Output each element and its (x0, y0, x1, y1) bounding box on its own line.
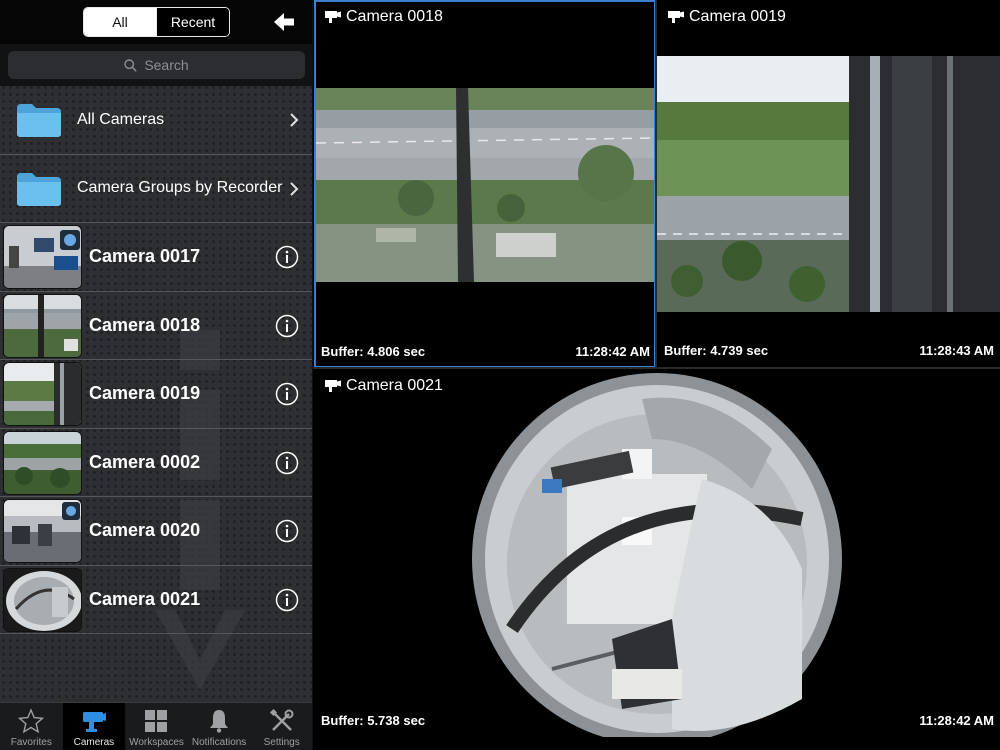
chevron-right-icon (290, 181, 299, 196)
camera-name: Camera 0021 (89, 588, 201, 609)
camera-thumbnail (3, 567, 82, 632)
filter-all-segment[interactable]: All (84, 8, 156, 36)
tile-footer: Buffer: 5.738 sec 11:28:42 AM (321, 713, 994, 728)
folder-label: All Cameras (77, 110, 165, 128)
buffer-status: Buffer: 5.738 sec (321, 713, 426, 728)
star-icon (18, 708, 45, 734)
search-icon (124, 58, 138, 72)
camera-thumbnail (3, 430, 82, 495)
filter-segmented-control: All Recent (83, 7, 230, 37)
back-arrow-icon[interactable] (272, 10, 296, 34)
tab-label: Settings (263, 737, 300, 748)
tab-label: Favorites (10, 737, 52, 748)
tab-label: Notifications (191, 737, 247, 748)
tile-divider (313, 367, 1000, 369)
video-frame (657, 56, 1000, 312)
camera-name: Camera 0019 (89, 383, 201, 404)
tile-title: Camera 0019 (689, 8, 786, 25)
chevron-right-icon (290, 113, 299, 127)
sidebar-header: All Recent (0, 0, 312, 44)
buffer-status: Buffer: 4.806 sec (321, 344, 426, 359)
video-tile-camera-0018[interactable]: Camera 0018 Buffer: 4.806 sec 11:28:42 A… (314, 0, 656, 368)
camera-row-0018[interactable]: Camera 0018 (0, 292, 312, 360)
tab-notifications[interactable]: Notifications (188, 703, 251, 750)
camera-row-0020[interactable]: Camera 0020 (0, 497, 312, 566)
video-camera-icon (668, 11, 684, 23)
camera-name: Camera 0018 (89, 314, 201, 335)
folder-all-cameras[interactable]: All Cameras (0, 86, 312, 155)
tile-header: Camera 0021 (324, 377, 443, 395)
camera-name: Camera 0002 (89, 451, 201, 472)
folder-camera-groups[interactable]: Camera Groups by Recorder (0, 155, 312, 223)
buffer-status: Buffer: 4.739 sec (664, 343, 769, 358)
tab-bar: Favorites Cameras Workspaces Notificatio… (0, 702, 312, 750)
camera-row-0002[interactable]: Camera 0002 (0, 429, 312, 497)
tile-title: Camera 0018 (346, 8, 443, 25)
tab-cameras[interactable]: Cameras (62, 703, 126, 750)
grid-icon (145, 710, 168, 732)
tab-label: Cameras (73, 737, 115, 748)
search-input[interactable]: Search (8, 51, 305, 79)
tab-workspaces[interactable]: Workspaces (125, 703, 188, 750)
tab-settings[interactable]: Settings (250, 703, 312, 750)
camera-name: Camera 0020 (89, 520, 201, 541)
tools-icon (269, 708, 294, 731)
video-camera-icon (325, 11, 341, 23)
camera-thumbnail (3, 293, 82, 358)
timestamp: 11:28:42 AM (919, 713, 994, 728)
bell-icon (210, 710, 229, 733)
camera-thumbnail (3, 225, 82, 289)
camera-thumbnail (3, 499, 82, 563)
tile-title: Camera 0021 (346, 377, 443, 394)
tile-header: Camera 0018 (324, 8, 443, 26)
camera-row-0017[interactable]: Camera 0017 (0, 223, 312, 292)
info-icon[interactable] (275, 451, 299, 475)
tile-header: Camera 0019 (667, 8, 786, 26)
video-camera-icon (325, 380, 341, 392)
tile-footer: Buffer: 4.806 sec 11:28:42 AM (321, 344, 650, 359)
camera-list: All Cameras Camera Groups by Recorder Ca… (0, 86, 312, 634)
tile-footer: Buffer: 4.739 sec 11:28:43 AM (664, 343, 994, 358)
info-icon[interactable] (275, 382, 299, 406)
video-tile-camera-0019[interactable]: Camera 0019 Buffer: 4.739 sec 11:28:43 A… (657, 0, 1000, 367)
search-bar: Search (0, 44, 312, 86)
tab-label: Workspaces (129, 737, 184, 748)
camera-icon (82, 712, 106, 732)
tab-favorites[interactable]: Favorites (0, 703, 63, 750)
search-placeholder: Search (144, 57, 189, 73)
info-icon[interactable] (275, 588, 299, 612)
info-icon[interactable] (275, 519, 299, 543)
camera-sidebar: All Recent Search All Cameras Camera Gro… (0, 0, 313, 750)
folder-label: Camera Groups by Recorder (77, 179, 283, 197)
info-icon[interactable] (275, 245, 299, 269)
camera-thumbnail (3, 362, 82, 426)
folder-icon (17, 104, 61, 137)
camera-row-0019[interactable]: Camera 0019 (0, 360, 312, 429)
timestamp: 11:28:43 AM (919, 343, 994, 358)
tile-divider (655, 0, 657, 368)
timestamp: 11:28:42 AM (575, 344, 650, 359)
video-tile-camera-0021[interactable]: Camera 0021 Buffer: 5.738 sec 11:28:42 A… (314, 369, 1000, 737)
filter-recent-segment[interactable]: Recent (156, 8, 229, 36)
camera-row-0021[interactable]: Camera 0021 (0, 566, 312, 634)
info-icon[interactable] (275, 314, 299, 338)
video-frame (316, 88, 654, 282)
folder-icon (17, 172, 61, 206)
video-frame (472, 373, 842, 737)
camera-name: Camera 0017 (89, 246, 201, 267)
